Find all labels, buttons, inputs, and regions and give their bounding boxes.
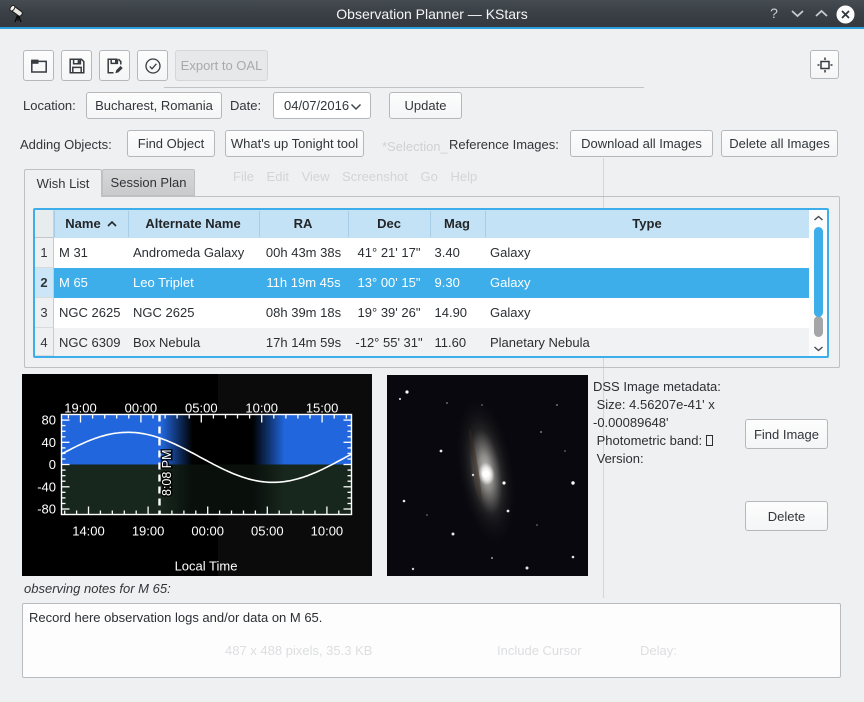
svg-text:Local Time: Local Time — [175, 559, 238, 574]
svg-text:05:00: 05:00 — [185, 401, 218, 416]
svg-text:0: 0 — [49, 457, 56, 472]
svg-text:05:00: 05:00 — [251, 524, 284, 539]
svg-text:00:00: 00:00 — [125, 401, 158, 416]
svg-text:19:00: 19:00 — [132, 524, 165, 539]
svg-text:00:00: 00:00 — [191, 524, 224, 539]
svg-text:-40: -40 — [37, 479, 56, 494]
svg-text:8:08 PM: 8:08 PM — [160, 449, 174, 496]
svg-text:10:00: 10:00 — [245, 401, 278, 416]
svg-text:15:00: 15:00 — [306, 401, 339, 416]
svg-text:?: ? — [770, 5, 778, 21]
svg-text:19:00: 19:00 — [64, 401, 97, 416]
svg-text:80: 80 — [42, 413, 56, 428]
svg-text:10:00: 10:00 — [311, 524, 344, 539]
svg-text:-80: -80 — [37, 502, 56, 517]
svg-text:40: 40 — [42, 435, 56, 450]
svg-text:14:00: 14:00 — [72, 524, 105, 539]
